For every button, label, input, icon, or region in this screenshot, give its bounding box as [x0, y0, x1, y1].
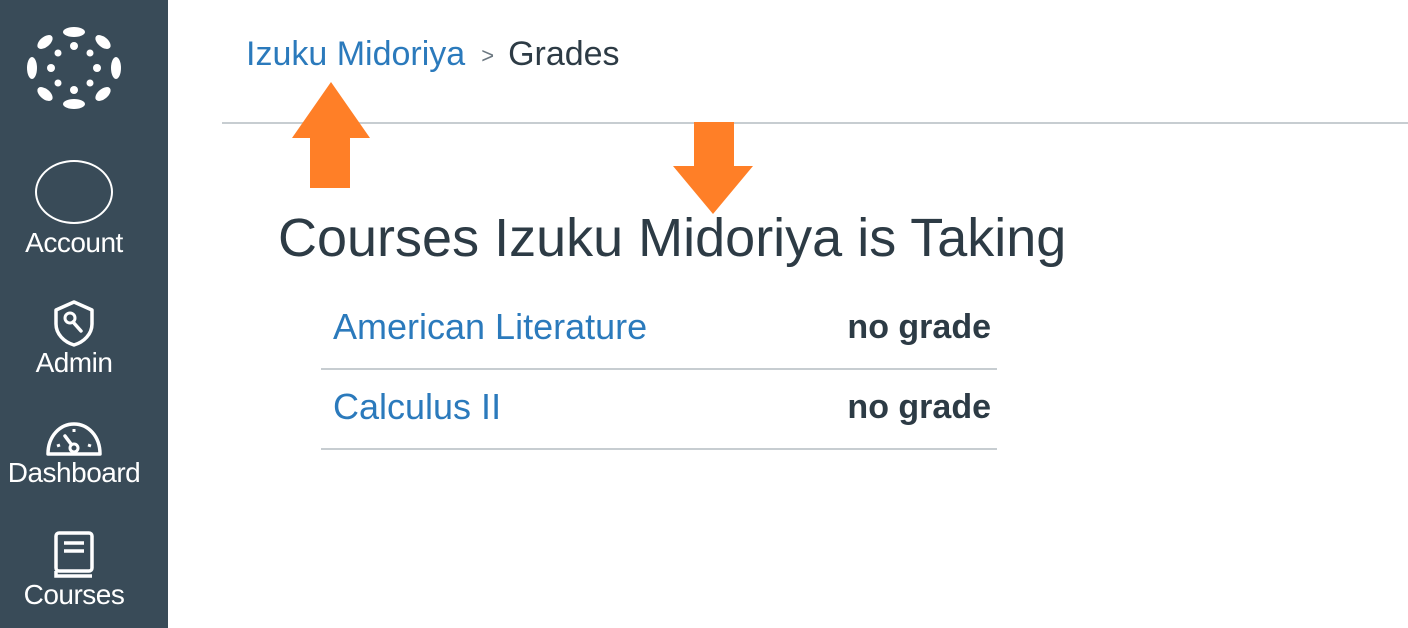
dashboard-gauge-icon [46, 422, 102, 456]
sidebar-item-label: Admin [35, 347, 113, 378]
courses-grades-table: American Literature no grade Calculus II… [321, 290, 997, 450]
sidebar-item-courses[interactable]: Courses [0, 530, 148, 610]
breadcrumb: Izuku Midoriya > Grades [246, 34, 620, 78]
admin-shield-icon [54, 300, 94, 347]
avatar-circle-icon [35, 160, 113, 224]
arrow-up-icon [292, 82, 370, 188]
arrow-down-icon [673, 122, 753, 214]
sidebar-item-label: Courses [23, 579, 125, 610]
sidebar-item-account[interactable]: Account [0, 160, 148, 258]
courses-book-icon [54, 531, 94, 578]
course-link[interactable]: Calculus II [333, 386, 501, 428]
table-row: American Literature no grade [321, 290, 997, 370]
app-window: Account Admin Dashboard Courses Izuku Mi… [0, 0, 1408, 628]
canvas-logo-icon[interactable] [24, 26, 124, 110]
course-grade: no grade [847, 308, 991, 346]
sidebar-item-label: Dashboard [7, 457, 141, 488]
global-navigation: Account Admin Dashboard Courses [0, 0, 168, 628]
course-link[interactable]: American Literature [333, 306, 647, 348]
sidebar-item-admin[interactable]: Admin [0, 298, 148, 378]
header-divider [222, 122, 1408, 124]
sidebar-item-label: Account [25, 227, 123, 258]
breadcrumb-student-link[interactable]: Izuku Midoriya [246, 35, 465, 73]
table-row: Calculus II no grade [321, 370, 997, 450]
breadcrumb-current: Grades [508, 35, 620, 73]
breadcrumb-separator: > [481, 43, 495, 68]
course-grade: no grade [847, 388, 991, 426]
sidebar-item-dashboard[interactable]: Dashboard [0, 418, 148, 488]
